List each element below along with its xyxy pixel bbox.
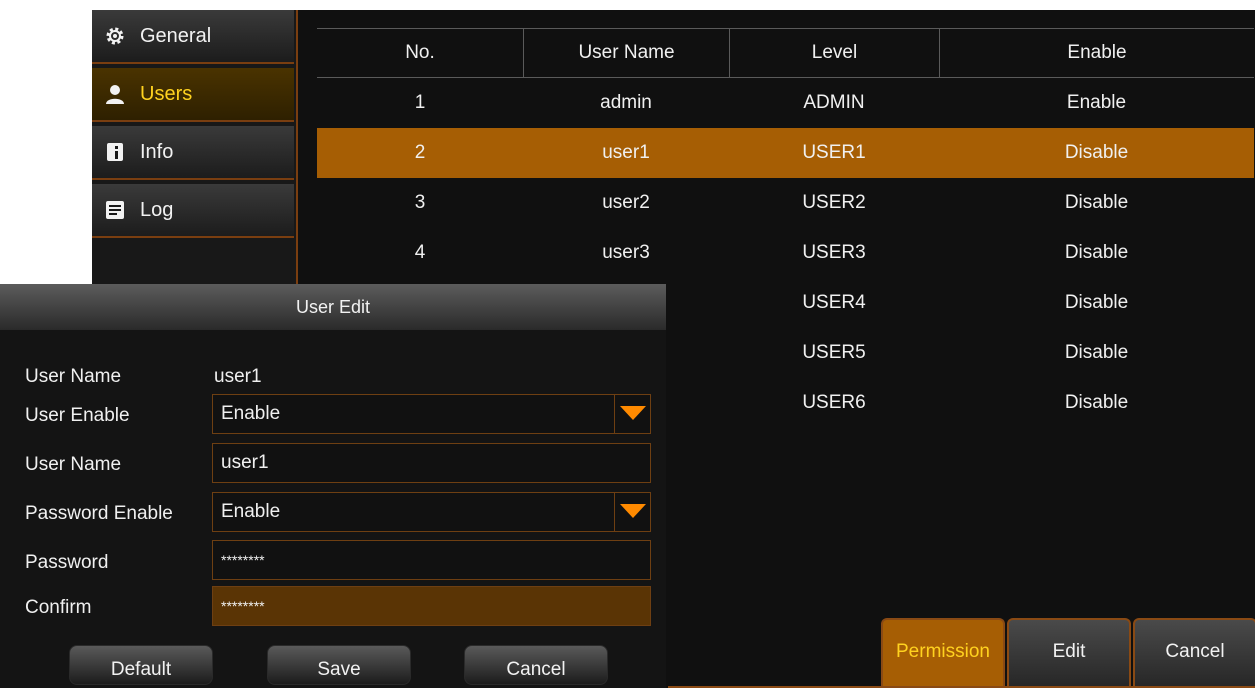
cell-level: USER2 (802, 192, 866, 213)
password-label: Password (25, 552, 109, 573)
user-icon (104, 83, 126, 105)
sidebar-item-general[interactable]: General (92, 10, 294, 64)
sidebar-item-label: Info (140, 140, 174, 163)
sidebar-item-info[interactable]: Info (92, 126, 294, 180)
log-icon (104, 199, 126, 221)
save-button[interactable]: Save (267, 645, 411, 685)
cell-enable: Enable (1066, 92, 1127, 113)
cell-no: 2 (414, 142, 426, 163)
password-enable-label: Password Enable (25, 503, 173, 524)
cell-enable: Disable (1064, 292, 1129, 313)
cell-enable: Disable (1064, 342, 1129, 363)
cell-level: USER3 (802, 242, 866, 263)
dialog-cancel-button[interactable]: Cancel (464, 645, 608, 685)
user-enable-label: User Enable (25, 405, 130, 426)
cell-no: 4 (414, 242, 426, 263)
user-name-edit-label: User Name (25, 454, 122, 475)
user-name-value: user1 (214, 366, 262, 387)
dropdown-arrow-icon[interactable] (614, 395, 650, 433)
cell-level: USER4 (802, 292, 866, 313)
cell-no: 3 (414, 192, 426, 213)
info-icon (104, 141, 126, 163)
column-header-level: Level (729, 28, 939, 78)
gear-icon (104, 25, 126, 47)
column-header-enable: Enable (939, 28, 1254, 78)
dialog-title: User Edit (0, 284, 666, 330)
password-input[interactable]: ******** (212, 540, 651, 580)
table-row[interactable]: 4 user3 USER3 Disable (317, 228, 1254, 278)
cell-level: USER6 (802, 392, 866, 413)
table-row-selected[interactable]: 2 user1 USER1 Disable (317, 128, 1254, 178)
cell-enable: Disable (1064, 392, 1129, 413)
cell-enable: Disable (1064, 142, 1129, 163)
sidebar-item-log[interactable]: Log (92, 184, 294, 238)
cancel-button[interactable]: Cancel (1133, 618, 1255, 688)
column-header-no: No. (405, 42, 435, 63)
cell-enable: Disable (1064, 242, 1129, 263)
cell-user-name: user2 (602, 192, 650, 213)
cell-user-name: user1 (602, 142, 650, 163)
user-enable-value: Enable (221, 403, 281, 424)
user-enable-select[interactable]: Enable (212, 394, 651, 434)
password-enable-value: Enable (221, 501, 281, 522)
sidebar: General Users Info Log (92, 10, 298, 300)
sidebar-item-users[interactable]: Users (92, 68, 294, 122)
dropdown-arrow-icon[interactable] (614, 493, 650, 531)
password-enable-select[interactable]: Enable (212, 492, 651, 532)
table-header: No. User Name Level Enable (317, 28, 1254, 78)
user-name-label: User Name (25, 366, 122, 387)
confirm-password-input[interactable]: ******** (212, 586, 651, 626)
sidebar-item-label: Users (140, 82, 193, 105)
table-row[interactable]: 1 admin ADMIN Enable (317, 78, 1254, 128)
sidebar-item-label: General (140, 24, 212, 47)
sidebar-item-label: Log (140, 198, 174, 221)
edit-button[interactable]: Edit (1007, 618, 1131, 688)
cell-level: USER5 (802, 342, 866, 363)
table-row[interactable]: 3 user2 USER2 Disable (317, 178, 1254, 228)
cell-no: 1 (414, 92, 426, 113)
cell-enable: Disable (1064, 192, 1129, 213)
cell-user-name: admin (600, 92, 652, 113)
user-name-input[interactable]: user1 (212, 443, 651, 483)
cell-level: USER1 (802, 142, 866, 163)
user-edit-dialog: User Edit User Name user1 User Enable En… (0, 284, 666, 688)
permission-button[interactable]: Permission (881, 618, 1005, 688)
cell-user-name: user3 (602, 242, 650, 263)
column-header-user-name: User Name (523, 28, 729, 78)
cell-level: ADMIN (803, 92, 865, 113)
confirm-label: Confirm (25, 597, 92, 618)
default-button[interactable]: Default (69, 645, 213, 685)
